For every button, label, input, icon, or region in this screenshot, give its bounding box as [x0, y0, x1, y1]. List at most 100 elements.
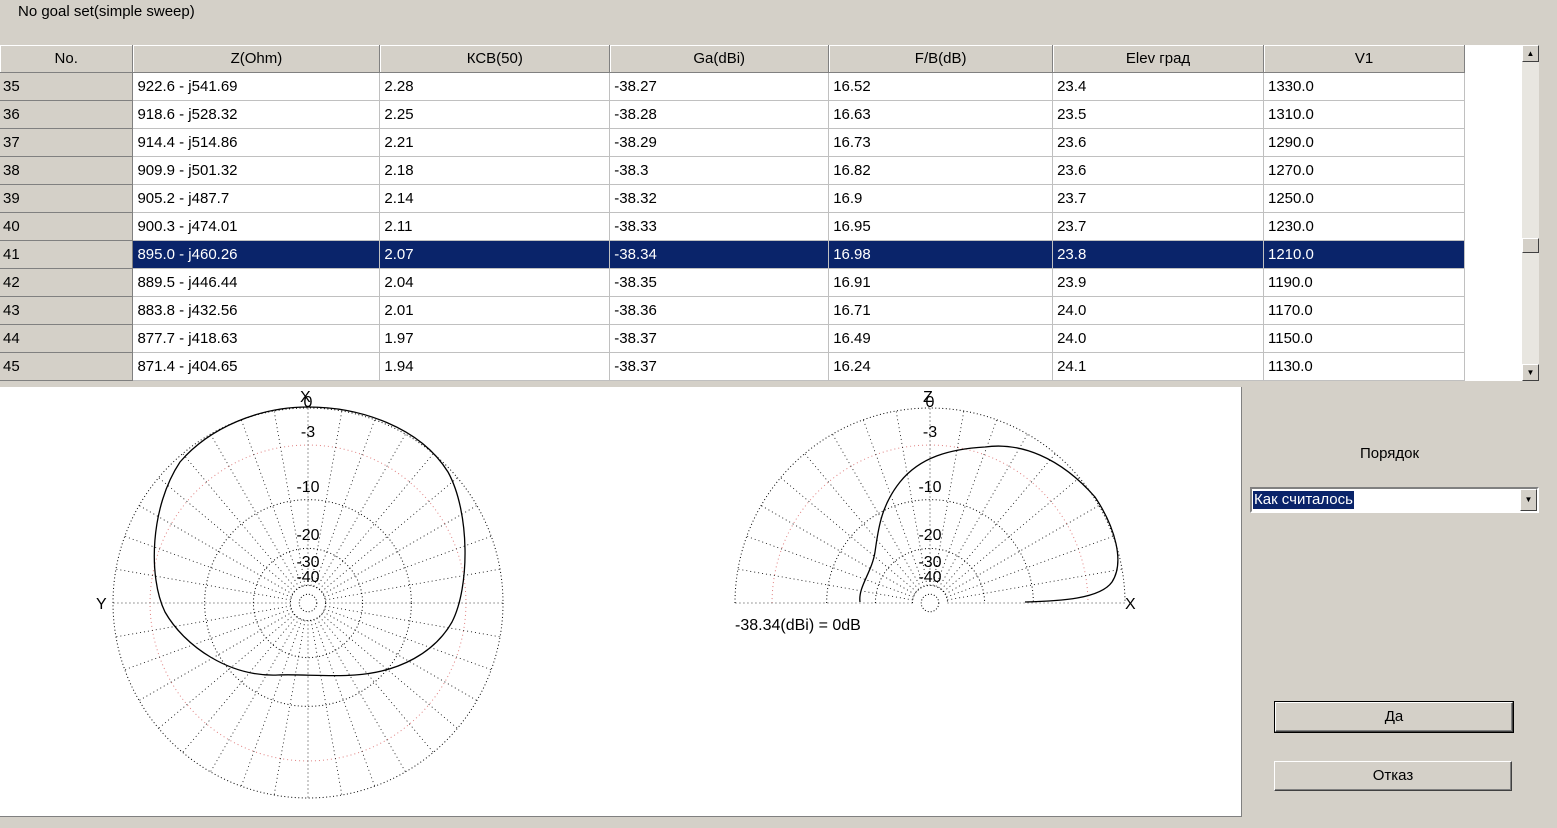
table-cell[interactable]: 900.3 - j474.01	[132, 212, 381, 241]
table-cell[interactable]: -38.37	[609, 324, 830, 353]
table-cell[interactable]: 2.07	[379, 240, 611, 269]
row-number[interactable]: 41	[0, 240, 134, 269]
table-cell[interactable]: 2.14	[379, 184, 611, 213]
table-cell[interactable]: 2.11	[379, 212, 611, 241]
row-number[interactable]: 37	[0, 128, 134, 157]
scroll-thumb[interactable]	[1522, 238, 1539, 253]
table-cell[interactable]: 2.01	[379, 296, 611, 325]
table-cell[interactable]: 16.24	[828, 352, 1054, 381]
table-cell[interactable]: 16.49	[828, 324, 1054, 353]
table-cell[interactable]: 1310.0	[1263, 100, 1465, 129]
column-header[interactable]: Ga(dBi)	[609, 45, 830, 73]
table-cell[interactable]: 1250.0	[1263, 184, 1465, 213]
table-cell[interactable]: 16.9	[828, 184, 1054, 213]
column-header[interactable]: Elev град	[1052, 45, 1264, 73]
table-cell[interactable]: 905.2 - j487.7	[132, 184, 381, 213]
scroll-down-button[interactable]: ▼	[1522, 364, 1539, 381]
table-row[interactable]: 41 895.0 - j460.26 2.07 -38.34 16.98 23.8 1210…	[0, 240, 1465, 269]
table-cell[interactable]: -38.37	[609, 352, 830, 381]
table-cell[interactable]: 24.0	[1052, 296, 1264, 325]
table-row[interactable]: 38 909.9 - j501.32 2.18 -38.3 16.82 23.6 1270.…	[0, 156, 1465, 185]
table-cell[interactable]: 1.94	[379, 352, 611, 381]
row-number[interactable]: 43	[0, 296, 134, 325]
table-row[interactable]: 40 900.3 - j474.01 2.11 -38.33 16.95 23.7 1230…	[0, 212, 1465, 241]
grid-vertical-scrollbar[interactable]: ▲ ▼	[1522, 45, 1539, 381]
table-cell[interactable]: 1170.0	[1263, 296, 1465, 325]
table-row[interactable]: 39 905.2 - j487.7 2.14 -38.32 16.9 23.7 1250.0	[0, 184, 1465, 213]
table-cell[interactable]: 1210.0	[1263, 240, 1465, 269]
table-cell[interactable]: 918.6 - j528.32	[132, 100, 381, 129]
column-header[interactable]: V1	[1263, 45, 1465, 73]
table-cell[interactable]: 1270.0	[1263, 156, 1465, 185]
table-cell[interactable]: 23.7	[1052, 212, 1264, 241]
table-cell[interactable]: 2.25	[379, 100, 611, 129]
row-number[interactable]: 44	[0, 324, 134, 353]
table-cell[interactable]: 16.98	[828, 240, 1054, 269]
table-cell[interactable]: 16.52	[828, 72, 1054, 101]
table-cell[interactable]: 16.91	[828, 268, 1054, 297]
row-number[interactable]: 39	[0, 184, 134, 213]
table-cell[interactable]: 24.1	[1052, 352, 1264, 381]
table-cell[interactable]: 23.7	[1052, 184, 1264, 213]
row-number[interactable]: 42	[0, 268, 134, 297]
ok-button[interactable]: Да	[1274, 701, 1514, 733]
column-header[interactable]: No.	[0, 45, 134, 73]
table-cell[interactable]: 1150.0	[1263, 324, 1465, 353]
table-cell[interactable]: 16.82	[828, 156, 1054, 185]
table-cell[interactable]: -38.35	[609, 268, 830, 297]
column-header[interactable]: КСВ(50)	[379, 45, 611, 73]
table-cell[interactable]: 16.95	[828, 212, 1054, 241]
table-cell[interactable]: 2.28	[379, 72, 611, 101]
row-number[interactable]: 40	[0, 212, 134, 241]
table-cell[interactable]: 889.5 - j446.44	[132, 268, 381, 297]
table-row[interactable]: 42 889.5 - j446.44 2.04 -38.35 16.91 23.9 1190…	[0, 268, 1465, 297]
table-cell[interactable]: -38.32	[609, 184, 830, 213]
table-cell[interactable]: 2.21	[379, 128, 611, 157]
table-cell[interactable]: -38.36	[609, 296, 830, 325]
table-cell[interactable]: 16.71	[828, 296, 1054, 325]
table-cell[interactable]: 1230.0	[1263, 212, 1465, 241]
table-cell[interactable]: 16.73	[828, 128, 1054, 157]
row-number[interactable]: 45	[0, 352, 134, 381]
results-grid[interactable]: No. Z(Ohm) КСВ(50) Ga(dBi) F/B(dB) Elev град V…	[0, 45, 1465, 381]
table-cell[interactable]: 23.5	[1052, 100, 1264, 129]
table-cell[interactable]: 2.04	[379, 268, 611, 297]
table-cell[interactable]: 1130.0	[1263, 352, 1465, 381]
column-header[interactable]: Z(Ohm)	[132, 45, 381, 73]
table-cell[interactable]: -38.28	[609, 100, 830, 129]
table-cell[interactable]: 23.6	[1052, 128, 1264, 157]
scroll-up-button[interactable]: ▲	[1522, 45, 1539, 62]
order-select[interactable]: Как считалось ▼	[1250, 487, 1539, 513]
table-cell[interactable]: 871.4 - j404.65	[132, 352, 381, 381]
column-header[interactable]: F/B(dB)	[828, 45, 1054, 73]
table-cell[interactable]: 914.4 - j514.86	[132, 128, 381, 157]
table-cell[interactable]: -38.29	[609, 128, 830, 157]
table-cell[interactable]: -38.33	[609, 212, 830, 241]
table-cell[interactable]: 16.63	[828, 100, 1054, 129]
table-cell[interactable]: 877.7 - j418.63	[132, 324, 381, 353]
table-cell[interactable]: 2.18	[379, 156, 611, 185]
table-cell[interactable]: 23.6	[1052, 156, 1264, 185]
table-cell[interactable]: 1190.0	[1263, 268, 1465, 297]
row-number[interactable]: 35	[0, 72, 134, 101]
table-row[interactable]: 37 914.4 - j514.86 2.21 -38.29 16.73 23.6 1290…	[0, 128, 1465, 157]
table-cell[interactable]: 922.6 - j541.69	[132, 72, 381, 101]
table-row[interactable]: 36 918.6 - j528.32 2.25 -38.28 16.63 23.5 1310…	[0, 100, 1465, 129]
table-cell[interactable]: -38.3	[609, 156, 830, 185]
table-cell[interactable]: 1290.0	[1263, 128, 1465, 157]
row-number[interactable]: 36	[0, 100, 134, 129]
table-cell[interactable]: 23.8	[1052, 240, 1264, 269]
table-cell[interactable]: 1330.0	[1263, 72, 1465, 101]
table-row[interactable]: 45 871.4 - j404.65 1.94 -38.37 16.24 24.1 1130…	[0, 352, 1465, 381]
table-row[interactable]: 44 877.7 - j418.63 1.97 -38.37 16.49 24.0 1150…	[0, 324, 1465, 353]
table-cell[interactable]: -38.27	[609, 72, 830, 101]
table-cell[interactable]: 1.97	[379, 324, 611, 353]
table-cell[interactable]: 895.0 - j460.26	[132, 240, 381, 269]
table-cell[interactable]: 909.9 - j501.32	[132, 156, 381, 185]
table-cell[interactable]: 883.8 - j432.56	[132, 296, 381, 325]
row-number[interactable]: 38	[0, 156, 134, 185]
table-cell[interactable]: 23.4	[1052, 72, 1264, 101]
table-row[interactable]: 43 883.8 - j432.56 2.01 -38.36 16.71 24.0 1170…	[0, 296, 1465, 325]
cancel-button[interactable]: Отказ	[1274, 761, 1512, 791]
table-cell[interactable]: -38.34	[609, 240, 830, 269]
